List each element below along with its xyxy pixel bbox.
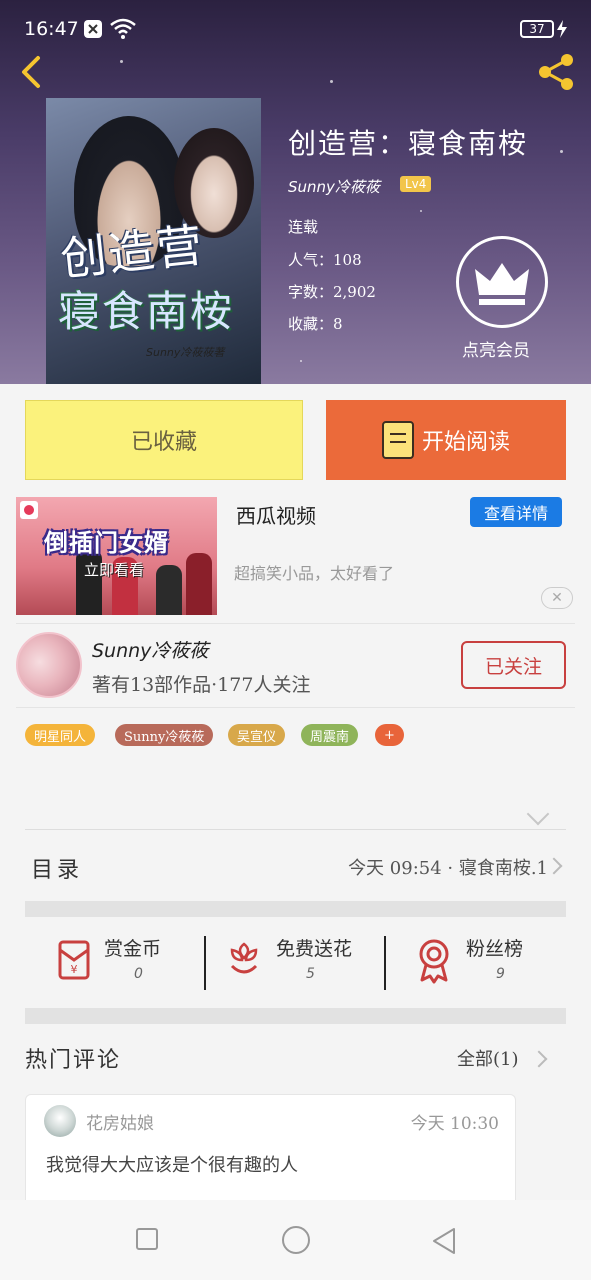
ad-headline: 倒插门女婿 [44, 529, 169, 557]
tag-label: Sunny冷莜莜 [124, 729, 205, 745]
chevron-right-icon [545, 857, 563, 875]
recent-apps-icon[interactable] [136, 1228, 158, 1250]
stat-label: 粉丝榜 [466, 938, 524, 960]
back-nav-icon[interactable] [430, 1226, 458, 1256]
collected-button[interactable]: 已收藏 [25, 400, 303, 480]
table-of-contents-row[interactable]: 目录 今天 09:54 · 寝食南桉.1 [25, 829, 566, 901]
fan-ranking-button[interactable]: 粉丝榜 9 [412, 930, 591, 990]
tag-item[interactable]: 明星同人 [25, 724, 96, 746]
toc-label: 目录 [31, 858, 84, 883]
book-word-count: 字数：2,902 [288, 283, 376, 301]
red-envelope-icon: ¥ [58, 940, 90, 980]
tag-label: 周震南 [310, 729, 350, 745]
book-author[interactable]: Sunny冷莜莜 [288, 176, 380, 197]
battery-level: 37 [529, 22, 545, 36]
book-title: 创造营：寝食南桉 [288, 127, 529, 160]
book-favorites: 收藏：8 [288, 315, 343, 333]
author-level-badge: Lv4 [400, 176, 432, 192]
toc-latest-chapter: 今天 09:54 · 寝食南桉.1 [348, 858, 548, 879]
notification-icon [84, 20, 102, 38]
divider [384, 936, 386, 990]
wifi-icon [110, 18, 136, 39]
tag-label: + [384, 727, 395, 743]
tag-item[interactable]: 吴宣仪 [228, 724, 286, 746]
ad-detail-button[interactable]: 查看详情 [470, 497, 562, 527]
home-icon[interactable] [282, 1226, 310, 1254]
medal-icon [419, 939, 449, 984]
author-avatar[interactable] [16, 632, 82, 698]
send-flowers-button[interactable]: 免费送花 5 [222, 930, 402, 990]
ad-subtitle: 立即看看 [84, 561, 145, 579]
divider [16, 707, 575, 708]
book-icon [381, 421, 414, 459]
vip-badge[interactable] [456, 236, 548, 328]
stat-value: 9 [496, 966, 505, 982]
stat-label: 赏金币 [104, 938, 162, 960]
collected-label: 已收藏 [130, 430, 197, 455]
comment-text: 我觉得大大应该是个很有趣的人 [46, 1155, 298, 1176]
system-navigation-bar [0, 1200, 591, 1280]
start-reading-button[interactable]: 开始阅读 [326, 400, 566, 480]
stat-value: 5 [306, 966, 315, 982]
tag-item[interactable]: Sunny冷莜莜 [115, 724, 214, 746]
ad-image[interactable]: 倒插门女婿 立即看看 [16, 497, 217, 615]
back-icon[interactable] [14, 52, 54, 92]
tag-label: 明星同人 [34, 729, 87, 745]
share-icon[interactable] [535, 50, 579, 94]
ad-figure [156, 565, 182, 615]
stat-value: 0 [134, 966, 143, 982]
stat-label: 免费送花 [276, 938, 353, 960]
author-stats: 著有13部作品·177人关注 [92, 674, 311, 696]
book-header: 16:47 37 创造营 寝食南桉 Sunny冷莜莜著 创造营：寝食南桉 Sun… [0, 0, 591, 384]
video-play-icon [20, 501, 38, 519]
start-reading-label: 开始阅读 [421, 430, 510, 455]
hot-comments-title: 热门评论 [25, 1048, 122, 1073]
book-cover[interactable]: 创造营 寝食南桉 Sunny冷莜莜著 [46, 98, 261, 384]
ad-description: 超搞笑小品，太好看了 [234, 564, 395, 583]
follow-button[interactable]: 已关注 [461, 641, 566, 689]
section-separator [25, 1008, 566, 1024]
divider [204, 936, 206, 990]
ad-figure [186, 553, 212, 615]
book-status: 连载 [288, 218, 319, 236]
tag-label: 吴宣仪 [237, 729, 277, 745]
expand-chevron-icon[interactable] [526, 802, 550, 826]
book-popularity: 人气：108 [288, 251, 362, 269]
charging-icon [557, 20, 567, 38]
commenter-name[interactable]: 花房姑娘 [86, 1109, 154, 1134]
comment-card[interactable]: 花房姑娘 今天 10:30 我觉得大大应该是个很有趣的人 [25, 1094, 516, 1214]
tag-more-button[interactable]: + [375, 724, 404, 746]
ad-close-button[interactable]: ✕ [541, 587, 573, 609]
reward-coins-button[interactable]: ¥ 赏金币 0 [50, 930, 230, 990]
vip-label[interactable]: 点亮会员 [462, 336, 530, 361]
svg-text:¥: ¥ [71, 963, 78, 976]
ad-app-name[interactable]: 西瓜视频 [236, 500, 316, 529]
cover-title-line2: 寝食南桉 [58, 287, 235, 336]
all-comments-label: 全部(1) [457, 1049, 519, 1070]
comment-time: 今天 10:30 [410, 1114, 499, 1134]
cover-signature: Sunny冷莜莜著 [146, 346, 225, 359]
tag-item[interactable]: 周震南 [301, 724, 359, 746]
crown-icon [475, 263, 529, 305]
author-name[interactable]: Sunny冷莜莜 [92, 636, 208, 663]
status-time: 16:47 [24, 18, 79, 40]
status-bar: 16:47 37 [0, 0, 591, 46]
battery-icon: 37 [520, 20, 554, 38]
section-separator [25, 901, 566, 917]
chevron-right-icon[interactable] [530, 1050, 548, 1068]
commenter-avatar[interactable] [44, 1105, 76, 1137]
all-comments-link[interactable]: 全部(1) [457, 1045, 519, 1071]
divider [16, 623, 575, 624]
flower-icon [230, 942, 258, 974]
